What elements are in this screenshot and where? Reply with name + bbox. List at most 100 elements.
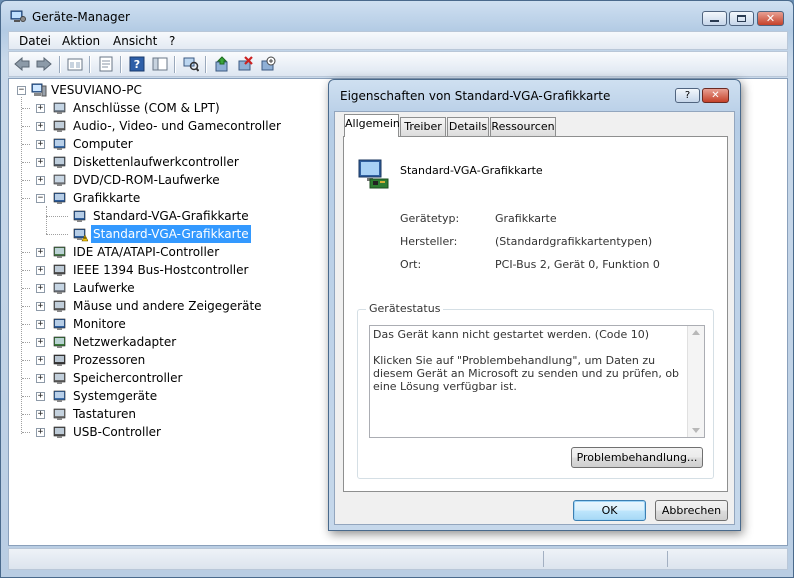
scroll-up-icon[interactable]	[692, 330, 700, 335]
maximize-button[interactable]	[729, 11, 754, 26]
close-icon: ✕	[711, 90, 720, 101]
expand-icon[interactable]: +	[36, 122, 45, 131]
expand-icon[interactable]: +	[36, 338, 45, 347]
troubleshoot-button[interactable]: Problembehandlung...	[571, 447, 703, 468]
expand-icon[interactable]: +	[36, 302, 45, 311]
tree-item-label: Diskettenlaufwerkcontroller	[73, 155, 239, 169]
port-icon	[53, 102, 66, 114]
up-icon	[67, 58, 83, 71]
collapse-icon[interactable]: −	[17, 86, 26, 95]
scan-hardware-icon	[183, 57, 199, 72]
tree-item-label: Mäuse und andere Zeigegeräte	[73, 299, 262, 313]
toolbar: ?	[8, 51, 788, 77]
tree-item-label: IEEE 1394 Bus-Hostcontroller	[73, 263, 249, 277]
expand-icon[interactable]: +	[36, 374, 45, 383]
computer-icon	[31, 83, 47, 97]
computer-icon	[53, 138, 66, 150]
speaker-icon	[53, 120, 66, 132]
show-hide-console-icon	[152, 57, 168, 71]
tree-item-label: USB-Controller	[73, 425, 161, 439]
mouse-icon	[53, 300, 66, 312]
tab-ressourcen[interactable]: Ressourcen	[490, 117, 556, 136]
update-driver-icon	[215, 56, 228, 72]
uninstall-icon	[238, 56, 253, 71]
window-title: Geräte-Manager	[32, 10, 130, 24]
back-icon	[14, 57, 30, 71]
device-status-textbox[interactable]: Das Gerät kann nicht gestartet werden. (…	[369, 325, 705, 438]
title-bar[interactable]: Geräte-Manager ✕	[1, 1, 793, 31]
expand-icon[interactable]: +	[36, 266, 45, 275]
processor-icon	[53, 354, 66, 366]
tab-details[interactable]: Details	[447, 117, 489, 136]
expand-icon[interactable]: +	[36, 356, 45, 365]
expand-icon[interactable]: +	[36, 176, 45, 185]
show-hide-console-button[interactable]	[151, 55, 169, 73]
svg-text:?: ?	[134, 58, 140, 71]
expand-icon[interactable]: +	[36, 284, 45, 293]
help-icon: ?	[684, 90, 691, 101]
tree-item-label: Anschlüsse (COM & LPT)	[73, 101, 220, 115]
help-button[interactable]: ?	[128, 55, 146, 73]
storage-controller-icon	[53, 372, 66, 384]
tree-item-label: Tastaturen	[73, 407, 136, 421]
expand-icon[interactable]: +	[36, 410, 45, 419]
expand-icon[interactable]: +	[36, 158, 45, 167]
expand-icon[interactable]: +	[36, 140, 45, 149]
prop-label-hersteller: Hersteller:	[400, 235, 458, 248]
disable-button[interactable]	[259, 55, 277, 73]
expand-icon[interactable]: +	[36, 428, 45, 437]
update-driver-button[interactable]	[213, 55, 231, 73]
properties-button[interactable]	[97, 55, 115, 73]
tree-item-label: Computer	[73, 137, 133, 151]
tree-item-label: Standard-VGA-Grafikkarte	[93, 209, 249, 223]
dialog-body: Allgemein Treiber Details Ressourcen Sta…	[334, 111, 735, 525]
tree-item-label: Laufwerke	[73, 281, 135, 295]
forward-icon	[36, 57, 52, 71]
forward-button[interactable]	[35, 55, 53, 73]
menu-datei[interactable]: Datei	[19, 34, 51, 48]
status-scrollbar[interactable]	[687, 326, 704, 437]
disk-drive-icon	[53, 282, 66, 294]
dialog-title: Eigenschaften von Standard-VGA-Grafikkar…	[340, 89, 611, 103]
expand-icon[interactable]: +	[36, 392, 45, 401]
device-name: Standard-VGA-Grafikkarte	[400, 164, 543, 177]
up-button[interactable]	[66, 55, 84, 73]
menu-aktion[interactable]: Aktion	[62, 34, 100, 48]
scan-hardware-button[interactable]	[182, 55, 200, 73]
tree-item-label: Speichercontroller	[73, 371, 183, 385]
close-icon: ✕	[765, 12, 776, 25]
dialog-help-button[interactable]: ?	[675, 88, 700, 103]
selected-device-label: Standard-VGA-Grafikkarte	[90, 224, 252, 244]
prop-label-geraetetyp: Gerätetyp:	[400, 212, 460, 225]
close-button[interactable]: ✕	[757, 11, 784, 26]
help-icon: ?	[129, 56, 145, 72]
prop-label-ort: Ort:	[400, 258, 422, 271]
ok-button[interactable]: OK	[573, 500, 646, 521]
minimize-button[interactable]	[702, 11, 727, 26]
maximize-icon	[737, 15, 746, 22]
tree-item-label: IDE ATA/ATAPI-Controller	[73, 245, 220, 259]
menu-bar: Datei Aktion Ansicht ?	[8, 31, 788, 50]
dvd-drive-icon	[53, 174, 66, 186]
dialog-close-button[interactable]: ✕	[702, 88, 729, 103]
cancel-button[interactable]: Abbrechen	[655, 500, 728, 521]
disable-icon	[261, 56, 276, 71]
tab-treiber[interactable]: Treiber	[400, 117, 446, 136]
ide-controller-icon	[53, 246, 66, 258]
tree-root-label: VESUVIANO-PC	[51, 83, 142, 97]
uninstall-button[interactable]	[236, 55, 254, 73]
properties-dialog: Eigenschaften von Standard-VGA-Grafikkar…	[328, 79, 741, 531]
prop-value-hersteller: (Standardgrafikkartentypen)	[495, 235, 653, 248]
collapse-icon[interactable]: −	[36, 194, 45, 203]
scroll-down-icon[interactable]	[692, 428, 700, 433]
menu-ansicht[interactable]: Ansicht	[113, 34, 157, 48]
properties-icon	[99, 56, 113, 72]
menu-help[interactable]: ?	[169, 34, 175, 48]
monitor-icon	[53, 318, 66, 330]
expand-icon[interactable]: +	[36, 320, 45, 329]
device-status-title: Gerätestatus	[366, 302, 444, 315]
expand-icon[interactable]: +	[36, 104, 45, 113]
back-button[interactable]	[13, 55, 31, 73]
tab-allgemein[interactable]: Allgemein	[344, 114, 400, 137]
expand-icon[interactable]: +	[36, 248, 45, 257]
